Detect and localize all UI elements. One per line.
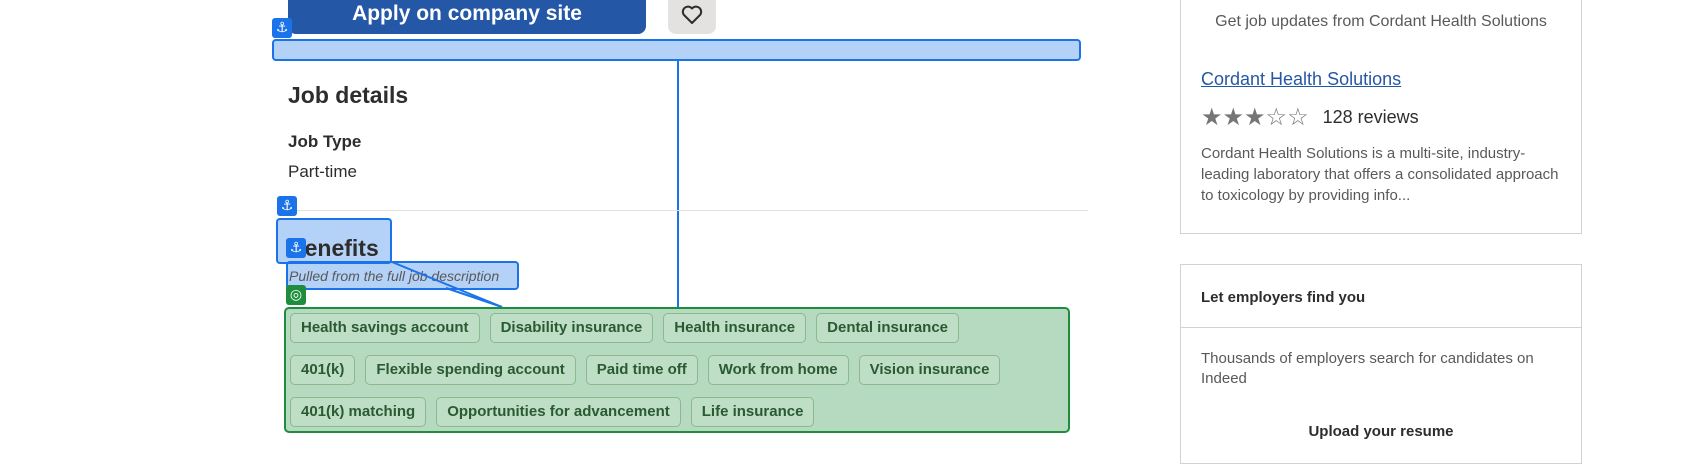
benefit-tag: Disability insurance [489,313,654,343]
apply-button[interactable]: Apply on company site [288,0,646,34]
anchor-icon: ⚓ [272,18,292,38]
benefit-tag: Flexible spending account [365,355,576,385]
employers-card-title: Let employers find you [1201,289,1366,306]
benefit-tag: Vision insurance [858,355,1001,385]
benefit-tag: Paid time off [585,355,698,385]
rating-row[interactable]: ★ ★ ★ ☆ ☆ 128 reviews [1201,103,1419,132]
heart-icon [681,5,703,24]
reviews-count: 128 reviews [1322,107,1419,127]
benefit-tag: Life insurance [690,397,815,427]
job-type-label: Job Type [288,132,362,151]
employers-card-text: Thousands of employers search for candid… [1201,350,1534,387]
benefits-row: 401(k) matching Opportunities for advanc… [290,397,1062,427]
save-job-button[interactable] [668,0,716,34]
divider [1181,327,1581,328]
anchor-icon: ⚓ [286,238,306,258]
highlight-bar [272,39,1081,61]
employers-card: Let employers find you Thousands of empl… [1180,264,1582,464]
benefit-tag: Work from home [707,355,849,385]
upload-resume-button[interactable]: Upload your resume [1181,423,1581,440]
benefits-row: Health savings account Disability insura… [290,313,1062,343]
star-filled-icon: ★ [1244,104,1266,131]
job-details-title: Job details [288,82,409,108]
connector-line [677,61,679,307]
target-icon: ◎ [286,285,306,305]
benefit-tag: Health savings account [290,313,480,343]
divider [288,210,1088,211]
benefits-list: Health savings account Disability insura… [284,307,1070,433]
benefit-tag: Opportunities for advancement [436,397,681,427]
company-card: Get job updates from Cordant Health Solu… [1180,0,1582,234]
company-description: Cordant Health Solutions is a multi-site… [1201,145,1559,204]
job-updates-text: Get job updates from Cordant Health Solu… [1215,13,1547,30]
star-filled-icon: ★ [1222,104,1245,131]
connector-lines [391,261,503,308]
star-empty-icon: ☆ [1287,104,1309,131]
star-filled-icon: ★ [1201,104,1223,131]
anchor-icon: ⚓ [277,196,297,216]
company-name-link[interactable]: Cordant Health Solutions [1201,69,1401,90]
benefit-tag: Dental insurance [816,313,960,343]
job-type-value: Part-time [288,162,357,181]
benefit-tag: 401(k) matching [290,397,427,427]
benefit-tag: 401(k) [290,355,356,385]
benefits-row: 401(k) Flexible spending account Paid ti… [290,355,1062,385]
star-empty-icon: ☆ [1265,104,1288,131]
benefit-tag: Health insurance [663,313,807,343]
